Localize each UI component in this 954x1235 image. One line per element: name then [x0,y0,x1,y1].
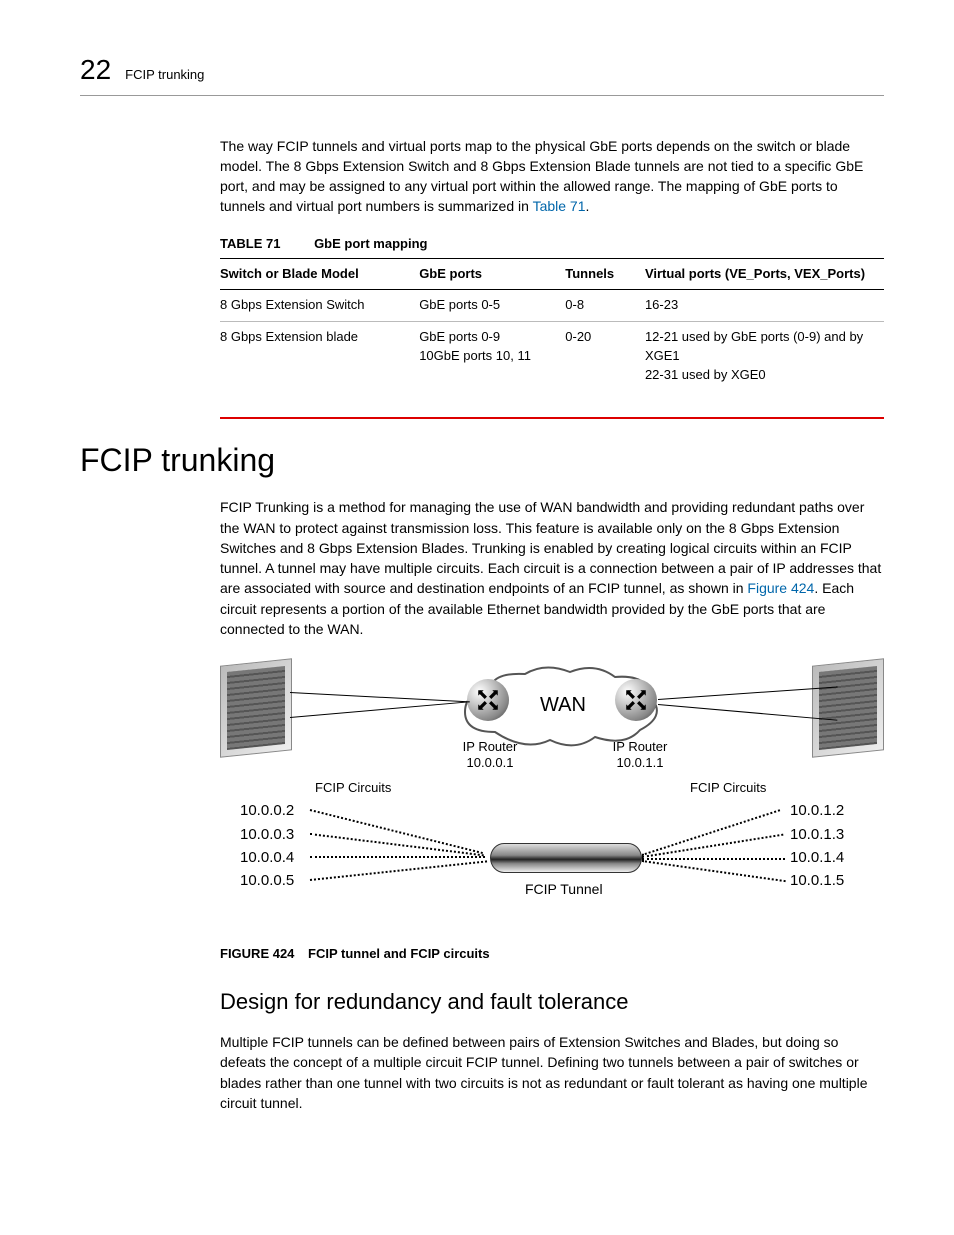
subsection-heading: Design for redundancy and fault toleranc… [220,986,884,1018]
table-row: 8 Gbps Extension Switch GbE ports 0-5 0-… [220,290,884,322]
figure-424: WAN IP Router 10.0.0.1 IP Router 10.0.1.… [220,657,884,1113]
cell-tunnels: 0-8 [565,290,645,322]
left-router-label: IP Router 10.0.0.1 [450,739,530,770]
left-device-icon [220,659,292,759]
ip-address: 10.0.0.5 [240,869,294,892]
intro-text-after: . [586,198,590,214]
ip-address: 10.0.0.4 [240,846,294,869]
section-paragraph: FCIP Trunking is a method for managing t… [220,497,884,639]
gbe-port-mapping-table: Switch or Blade Model GbE ports Tunnels … [220,258,884,391]
table-row: 8 Gbps Extension blade GbE ports 0-9 10G… [220,322,884,391]
th-gbe: GbE ports [419,258,565,290]
intro-paragraph: The way FCIP tunnels and virtual ports m… [220,136,884,217]
ip-address: 10.0.0.2 [240,799,294,822]
figure-diagram: WAN IP Router 10.0.0.1 IP Router 10.0.1.… [220,657,884,937]
circuit-line [310,861,487,882]
cell-vports: 12-21 used by GbE ports (0-9) and by XGE… [645,322,884,391]
section-divider [220,417,884,419]
table-label: TABLE 71 [220,236,280,251]
wan-label: WAN [540,691,586,720]
connector-line [658,704,837,721]
connector-line [658,687,838,701]
figure-label: FIGURE 424 [220,946,294,961]
ip-address: 10.0.1.2 [790,799,844,822]
cell-model: 8 Gbps Extension blade [220,322,419,391]
th-model: Switch or Blade Model [220,258,419,290]
page-header: 22 FCIP trunking [80,50,884,96]
ip-address: 10.0.1.3 [790,823,844,846]
ip-address: 10.0.0.3 [240,823,294,846]
left-ip-list: 10.0.0.2 10.0.0.3 10.0.0.4 10.0.0.5 [240,799,294,892]
cell-vports: 16-23 [645,290,884,322]
circuits-label-right: FCIP Circuits [690,779,766,798]
tunnel-label: FCIP Tunnel [525,879,603,899]
table71-block: TABLE 71 GbE port mapping Switch or Blad… [220,235,884,391]
cell-gbe: GbE ports 0-5 [419,290,565,322]
cell-model: 8 Gbps Extension Switch [220,290,419,322]
section-heading: FCIP trunking [80,437,884,483]
circuit-line [310,856,485,858]
th-tunnels: Tunnels [565,258,645,290]
right-router-label: IP Router 10.0.1.1 [600,739,680,770]
chapter-number: 22 [80,50,111,91]
figure-link[interactable]: Figure 424 [747,580,814,596]
right-router-icon [615,679,657,721]
router-label-text: IP Router [463,739,518,754]
router-label-text: IP Router [613,739,668,754]
subsection-paragraph: Multiple FCIP tunnels can be defined bet… [220,1032,884,1113]
connector-line [290,692,470,702]
right-ip-list: 10.0.1.2 10.0.1.3 10.0.1.4 10.0.1.5 [790,799,844,892]
circuit-line [642,810,781,857]
left-router-icon [467,679,509,721]
th-vports: Virtual ports (VE_Ports, VEX_Ports) [645,258,884,290]
circuit-line [642,860,786,882]
chapter-title: FCIP trunking [125,66,204,85]
circuits-label-left: FCIP Circuits [315,779,391,798]
ip-address: 10.0.1.4 [790,846,844,869]
figure-title: FCIP tunnel and FCIP circuits [308,946,490,961]
circuit-line [642,858,785,860]
cell-tunnels: 0-20 [565,322,645,391]
table-link[interactable]: Table 71 [533,198,586,214]
connector-line [290,702,469,719]
router-ip: 10.0.0.1 [467,755,514,770]
fcip-tunnel-icon [490,843,642,873]
cell-gbe: GbE ports 0-9 10GbE ports 10, 11 [419,322,565,391]
figure-caption: FIGURE 424 FCIP tunnel and FCIP circuits [220,945,884,964]
table-title: GbE port mapping [314,236,427,251]
right-device-icon [812,659,884,759]
table-header-row: Switch or Blade Model GbE ports Tunnels … [220,258,884,290]
table-caption: TABLE 71 GbE port mapping [220,235,884,254]
ip-address: 10.0.1.5 [790,869,844,892]
router-ip: 10.0.1.1 [617,755,664,770]
circuit-line [310,809,483,854]
